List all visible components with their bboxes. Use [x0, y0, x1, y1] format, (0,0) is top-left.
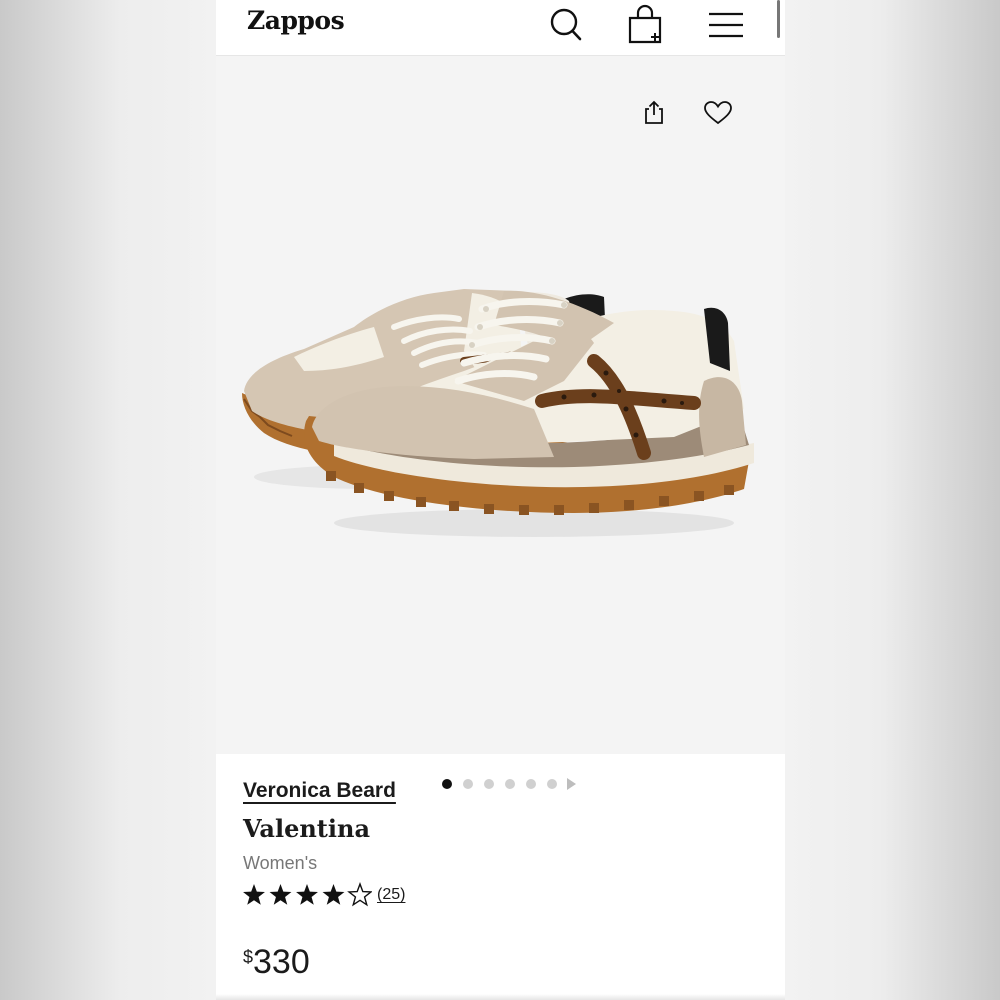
price-currency: $ [243, 947, 254, 967]
share-icon[interactable] [642, 99, 666, 130]
zappos-logo[interactable]: Zappos [247, 6, 345, 35]
heart-icon[interactable] [703, 100, 733, 131]
search-icon[interactable] [547, 4, 585, 44]
product-price: $330 [243, 943, 310, 982]
pagination-dot[interactable] [463, 779, 473, 789]
star-empty-icon [347, 881, 373, 907]
hamburger-menu-icon[interactable] [707, 4, 745, 44]
next-image-arrow-icon[interactable] [567, 778, 576, 790]
product-image-gallery[interactable] [216, 56, 785, 790]
product-gender: Women's [243, 853, 318, 873]
product-page: Zappos Veronica Beard Valentina Women's … [216, 0, 785, 1000]
brand-link[interactable]: Veronica Beard [243, 779, 396, 803]
star-filled-icon [269, 884, 292, 905]
star-filled-icon [243, 884, 265, 905]
product-image[interactable] [234, 231, 769, 551]
star-rating[interactable] [242, 881, 373, 908]
star-filled-icon [296, 884, 318, 905]
pagination-dot[interactable] [484, 779, 494, 789]
price-amount: 330 [253, 943, 310, 981]
bottom-divider [216, 994, 785, 1000]
pagination-dot[interactable] [547, 779, 557, 789]
star-filled-icon [322, 884, 345, 905]
pagination-dot-active[interactable] [442, 779, 452, 789]
pagination-dot[interactable] [505, 779, 515, 789]
top-navigation-bar: Zappos [216, 0, 785, 56]
scrollbar[interactable] [777, 0, 780, 38]
review-count-link[interactable]: (25) [377, 886, 405, 904]
shopping-bag-icon[interactable] [627, 4, 665, 44]
product-name: Valentina [243, 814, 371, 843]
pagination-dot[interactable] [526, 779, 536, 789]
